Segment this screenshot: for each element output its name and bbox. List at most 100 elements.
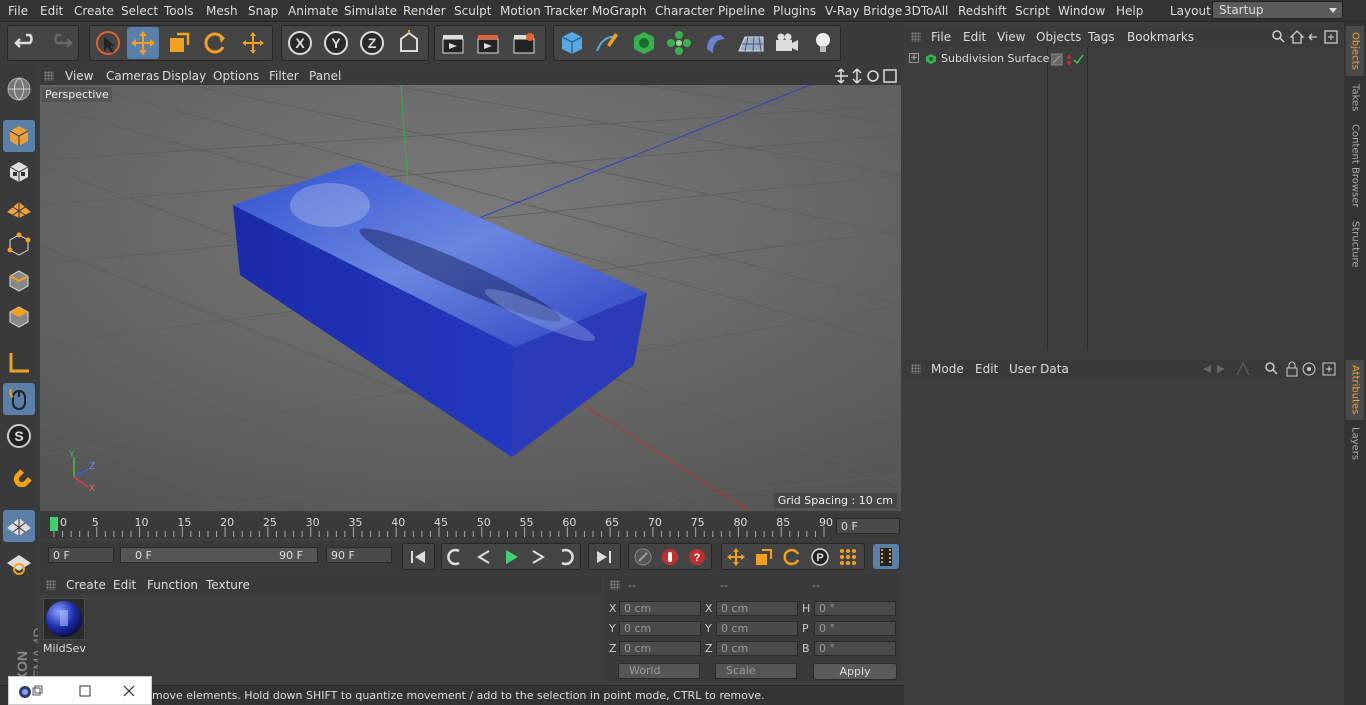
start-frame-field[interactable]: 0 F	[48, 547, 114, 563]
pos-x-field[interactable]: 0 cm	[619, 601, 701, 616]
viewport-menu-filter[interactable]: Filter	[269, 69, 299, 83]
menu-vray-bridge[interactable]: V-Ray Bridge	[825, 4, 902, 18]
key-scale-button[interactable]	[751, 544, 777, 569]
key-rotation-button[interactable]	[779, 544, 805, 569]
size-z-field[interactable]: 0 cm	[716, 641, 798, 656]
record-keys-button[interactable]	[630, 544, 656, 569]
rot-b-field[interactable]: 0 °	[814, 641, 896, 656]
texture-mode-button[interactable]	[3, 156, 35, 188]
tab-structure[interactable]: Structure	[1346, 216, 1364, 272]
menu-edit[interactable]: Edit	[40, 4, 63, 18]
tab-attributes[interactable]: Attributes	[1346, 360, 1364, 420]
render-settings-button[interactable]	[508, 27, 540, 59]
menu-help[interactable]: Help	[1116, 4, 1143, 18]
material-menu-function[interactable]: Function	[147, 578, 198, 592]
menu-simulate[interactable]: Simulate	[344, 4, 397, 18]
menu-file[interactable]: File	[8, 4, 28, 18]
object-flags[interactable]	[1051, 53, 1085, 67]
goto-end-button[interactable]	[591, 544, 617, 569]
coord-system-dropdown[interactable]: World	[618, 663, 700, 679]
viewport-nav-icons[interactable]	[835, 68, 899, 84]
menu-window[interactable]: Window	[1058, 4, 1105, 18]
undo-button[interactable]	[10, 27, 42, 59]
redo-button[interactable]	[45, 27, 77, 59]
attribute-menu-mode[interactable]: Mode	[931, 362, 964, 376]
menu-animate[interactable]: Animate	[288, 4, 338, 18]
model-mode-button[interactable]	[3, 120, 35, 152]
menu-script[interactable]: Script	[1015, 4, 1050, 18]
camera-button[interactable]	[771, 27, 803, 59]
end-frame-field[interactable]: 90 F	[326, 547, 392, 563]
menu-plugins[interactable]: Plugins	[773, 4, 816, 18]
pos-y-field[interactable]: 0 cm	[619, 621, 701, 636]
make-editable-button[interactable]	[3, 73, 35, 105]
cinema4d-app-icon[interactable]	[17, 684, 43, 700]
points-mode-button[interactable]	[3, 229, 35, 261]
menu-select[interactable]: Select	[121, 4, 158, 18]
autokey-button[interactable]	[657, 544, 683, 569]
z-axis-button[interactable]: Z	[356, 27, 388, 59]
object-menu-file[interactable]: File	[931, 30, 951, 44]
prev-key-button[interactable]	[443, 544, 469, 569]
maximize-icon[interactable]	[79, 685, 91, 697]
goto-start-button[interactable]	[405, 544, 431, 569]
quantize-button[interactable]	[3, 547, 35, 579]
tab-content-browser[interactable]: Content Browser	[1346, 120, 1364, 212]
keyframe-selection-button[interactable]: ?	[684, 544, 710, 569]
workplane-snap-button[interactable]	[3, 510, 35, 542]
tab-takes[interactable]: Takes	[1346, 80, 1364, 116]
key-position-button[interactable]	[723, 544, 749, 569]
next-key-button[interactable]	[552, 544, 578, 569]
coordinate-system-button[interactable]	[393, 27, 425, 59]
size-x-field[interactable]: 0 cm	[716, 601, 798, 616]
object-menu-view[interactable]: View	[997, 30, 1025, 44]
menu-pipeline[interactable]: Pipeline	[718, 4, 765, 18]
object-manager-icons[interactable]	[1271, 29, 1341, 45]
pen-spline-button[interactable]	[591, 27, 623, 59]
viewport-menu-cameras[interactable]: Cameras	[106, 69, 159, 83]
size-mode-dropdown[interactable]: Scale	[715, 663, 797, 679]
render-picture-viewer-button[interactable]	[472, 27, 504, 59]
material-menu-create[interactable]: Create	[66, 578, 106, 592]
menu-sculpt[interactable]: Sculpt	[454, 4, 491, 18]
object-menu-objects[interactable]: Objects	[1036, 30, 1081, 44]
tweak-mode-button[interactable]	[3, 383, 35, 415]
menu-mesh[interactable]: Mesh	[206, 4, 238, 18]
material-item[interactable]: MildSev	[43, 598, 86, 656]
scale-tool-button[interactable]	[163, 27, 195, 59]
close-icon[interactable]	[123, 685, 135, 697]
attribute-menu-edit[interactable]: Edit	[975, 362, 998, 376]
material-menu-edit[interactable]: Edit	[113, 578, 136, 592]
deformer-button[interactable]	[699, 27, 731, 59]
tab-objects[interactable]: Objects	[1346, 26, 1364, 76]
attribute-manager-icons[interactable]	[1201, 361, 1341, 377]
object-menu-tags[interactable]: Tags	[1088, 30, 1115, 44]
rotate-tool-button[interactable]	[199, 27, 231, 59]
next-frame-button[interactable]	[525, 544, 551, 569]
apply-button[interactable]: Apply	[813, 663, 897, 680]
cube-object-button[interactable]	[556, 27, 588, 59]
solo-button[interactable]: S	[3, 420, 35, 452]
current-frame-field[interactable]: 0 F	[836, 518, 900, 534]
axis-mode-button[interactable]	[3, 347, 35, 379]
menu-tools[interactable]: Tools	[164, 4, 194, 18]
menu-motion-tracker[interactable]: Motion Tracker	[500, 4, 588, 18]
light-button[interactable]	[807, 27, 839, 59]
menu-redshift[interactable]: Redshift	[958, 4, 1007, 18]
menu-render[interactable]: Render	[403, 4, 446, 18]
object-menu-edit[interactable]: Edit	[963, 30, 986, 44]
x-axis-button[interactable]: X	[284, 27, 316, 59]
viewport-menu-options[interactable]: Options	[213, 69, 259, 83]
object-menu-bookmarks[interactable]: Bookmarks	[1127, 30, 1194, 44]
recent-tool-button[interactable]	[237, 27, 269, 59]
polygons-mode-button[interactable]	[3, 301, 35, 333]
rot-p-field[interactable]: 0 °	[814, 621, 896, 636]
menu-character[interactable]: Character	[655, 4, 714, 18]
frame-range-slider[interactable]: 0 F 90 F	[120, 547, 318, 563]
timeline-ruler[interactable]: 0 5 10 15 20 25 30 35 40 45 50 55 60 65 70 75 80 85 90 0 F	[40, 513, 901, 539]
rot-h-field[interactable]: 0 °	[814, 601, 896, 616]
menu-mograph[interactable]: MoGraph	[592, 4, 647, 18]
menu-create[interactable]: Create	[74, 4, 114, 18]
render-view-button[interactable]	[437, 27, 469, 59]
play-button[interactable]	[498, 544, 524, 569]
